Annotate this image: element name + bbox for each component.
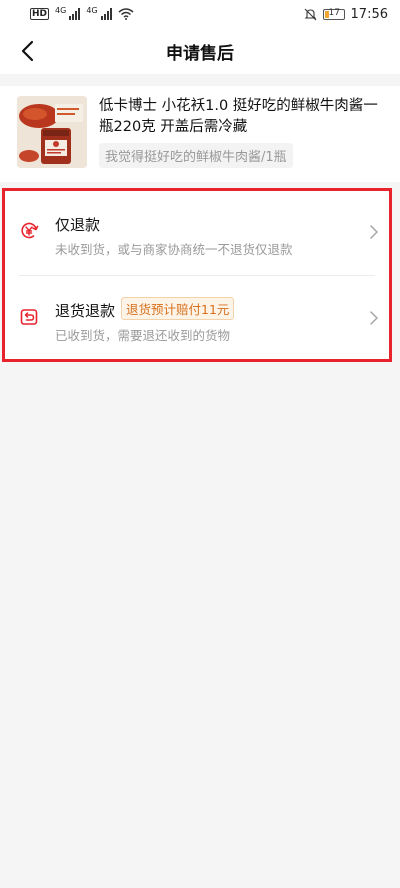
- product-image: [17, 96, 87, 168]
- status-left: HD 4G 4G: [30, 5, 134, 20]
- option-description: 未收到货，或与商家协商统一不退货仅退款: [55, 242, 293, 257]
- nav-bar: 申请售后: [0, 28, 400, 74]
- chevron-left-icon: [21, 40, 34, 62]
- battery-level: 17: [328, 7, 340, 18]
- option-return-refund[interactable]: 退货退款 退货预计赔付11元 已收到货，需要退还收到的货物: [5, 277, 389, 360]
- product-card[interactable]: 低卡博士 小花袄1.0 挺好吃的鲜椒牛肉酱一瓶220克 开盖后需冷藏 我觉得挺好…: [0, 86, 400, 182]
- status-time: 17:56: [350, 6, 388, 22]
- back-button[interactable]: [12, 36, 42, 66]
- signal-icon: [100, 8, 112, 20]
- status-right: 17 17:56: [304, 7, 388, 22]
- page-title: 申请售后: [166, 43, 234, 64]
- option-title: 退货退款: [55, 302, 116, 320]
- compensation-badge: 退货预计赔付11元: [121, 297, 235, 320]
- battery-icon: 17: [322, 7, 345, 20]
- after-sale-options: 仅退款 未收到货，或与商家协商统一不退货仅退款 退货退款 退货预计赔付11元 已…: [2, 188, 392, 362]
- wifi-icon: [118, 8, 134, 20]
- product-spec: 我觉得挺好吃的鲜椒牛肉酱/1瓶: [99, 143, 293, 168]
- product-info: 低卡博士 小花袄1.0 挺好吃的鲜椒牛肉酱一瓶220克 开盖后需冷藏 我觉得挺好…: [99, 96, 392, 172]
- option-divider: [19, 275, 375, 276]
- product-name: 低卡博士 小花袄1.0 挺好吃的鲜椒牛肉酱一瓶220克 开盖后需冷藏: [99, 98, 378, 135]
- option-title: 仅退款: [55, 216, 101, 234]
- option-refund-only[interactable]: 仅退款 未收到货，或与商家协商统一不退货仅退款: [5, 191, 389, 274]
- signal-icon: [69, 8, 81, 20]
- network-type-1: 4G: [55, 5, 67, 15]
- chevron-right-icon: [370, 311, 378, 325]
- option-description: 已收到货，需要退还收到的货物: [55, 328, 231, 343]
- return-box-icon: [20, 309, 38, 325]
- status-bar: HD 4G 4G 17 17:56: [0, 0, 400, 28]
- mute-bell-icon: [304, 8, 316, 20]
- hd-indicator: HD: [30, 8, 50, 20]
- network-type-2: 4G: [86, 5, 98, 15]
- chevron-right-icon: [370, 225, 378, 239]
- refund-yen-icon: [21, 222, 39, 239]
